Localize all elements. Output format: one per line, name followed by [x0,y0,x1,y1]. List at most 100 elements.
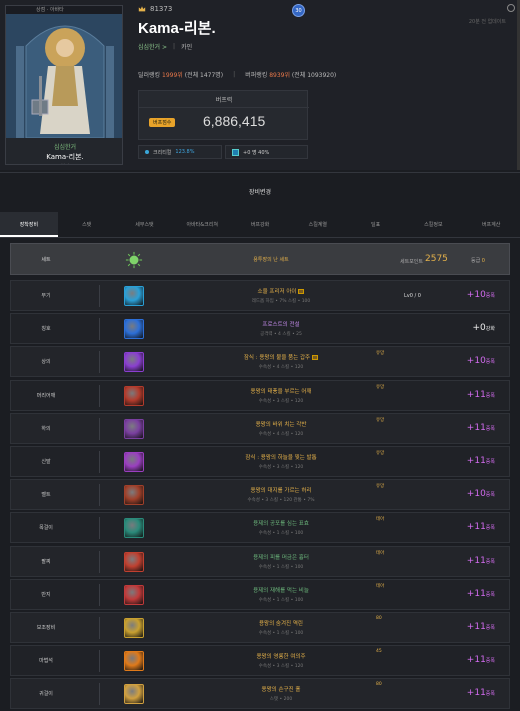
slot-label: 하의 [41,425,51,432]
item-icon[interactable] [124,385,144,406]
item-icon[interactable] [124,684,144,705]
reinforce-type: 증폭 [485,625,495,631]
reinforce-value: +11증폭 [467,423,495,433]
refresh-icon[interactable] [507,4,515,12]
item-icon[interactable] [124,584,144,605]
card-job: 천진 [6,163,122,164]
item-meta: 수속성 • 4 스킬 • 120 [258,365,304,371]
buffer-rank-value: 8939위 [269,72,290,79]
page-title: Kama-리본. [138,20,216,37]
equipment-row[interactable]: 무기 소울 프리저 아이 레드옵 하임 • 7% 스킬 • 100 Lv0 / 0 +1… [10,280,510,311]
equipment-row[interactable]: 마법석 용왕의 영롱한 여의주 수속성 • 3 스킬 • 120 45 +11증폭 [10,645,510,677]
reinforce-value: +11증폭 [467,556,495,566]
reinforce-type: 강화 [485,326,495,333]
item-name: 용왕의 바위 치는 각반 [171,420,391,428]
reinforce-type: 증폭 [485,459,495,465]
buff-power-box: 버프력 버프점수 6,886,415 [138,90,309,140]
buffer-rank: 버퍼랭킹 8939위 (전체 1093920) [245,70,336,79]
row-divider [99,384,100,407]
tab-damage[interactable]: 딜표 [347,212,405,237]
item-meta: 수속성 • 1 스킬 • 100 [258,597,304,603]
equipment-row[interactable]: 신발 잠식 : 용왕의 하늘을 찢는 발톱 수속성 • 3 스킬 • 120 유망 +1… [10,446,510,477]
character-portrait: 상점 · 아바타 [6,6,122,138]
tab-skill-tree[interactable]: 스킬계열 [289,212,347,237]
item-icon[interactable] [124,286,144,306]
item-name: 잠식 : 용왕의 하늘을 찢는 발톱 [171,453,391,461]
item-icon[interactable] [124,452,144,472]
item-name-text: 프로스트의 전설 [262,322,300,329]
tab-stats[interactable]: 스탯 [58,212,116,237]
card-top-bar [6,6,122,14]
rank-row: 딜러랭킹 1999위 (전체 1477명) | 버퍼랭킹 8939위 (전체 1… [138,70,336,79]
tab-avatar-creature[interactable]: 아바타&크리쳐 [173,212,231,237]
item-name: 잠식 : 용왕의 불을 품는 갑주 [171,353,391,361]
chest-icon [312,355,319,361]
tab-buff-calc[interactable]: 버프계산 [462,212,520,237]
equipment-row[interactable]: 귀걸이 용왕의 손구진 횰 스탯 • 200 80 +11증폭 [10,678,510,710]
equipment-row[interactable]: 팔찌 용제의 피를 머금은 흉터 수속성 • 1 스킬 • 100 테아 +11증폭 [10,545,510,577]
guild-link[interactable]: 심심한거 > [138,42,167,51]
slot-label: 상의 [41,359,51,366]
guild-link-label: 심심한거 [138,44,161,51]
item-meta: 수속성 • 3 스킬 • 120 관통 • 7% [247,498,315,504]
crown-icon [138,6,146,12]
equipment-row[interactable]: 머리어깨 용왕의 태풍을 부르는 어깨 수속성 • 3 스킬 • 120 유망 +11증… [10,379,510,411]
item-icon[interactable] [124,651,144,672]
row-divider [99,484,100,507]
reinforce-number: +11 [466,622,486,632]
item-icon[interactable] [124,518,144,539]
reinforce-value: +11증폭 [467,655,495,665]
tab-skill-info[interactable]: 스킬정보 [404,212,462,237]
item-name: 소울 프리저 아이 [171,287,391,295]
row-divider [99,617,100,639]
equipment-row[interactable]: 목걸이 용제의 공포를 심는 표효 수속성 • 1 스킬 • 100 테아 +11증폭 [10,512,510,544]
item-meta: 수속성 • 1 스킬 • 100 [258,531,304,537]
item-meta: 수속성 • 3 스킬 • 120 [258,664,304,670]
set-emblem-icon [125,251,143,269]
item-name-text: 잠식 : 용왕의 하늘을 찢는 발톱 [245,455,317,461]
card-guild: 심심한거 [53,144,77,151]
equipment-row[interactable]: 벨트 용왕의 대지를 가르는 허리 수속성 • 3 스킬 • 120 관통 • 7%… [10,479,510,511]
item-icon[interactable] [124,418,144,439]
item-icon[interactable] [124,618,144,638]
item-icon[interactable] [124,319,144,340]
set-slot-label: 세트 [41,257,51,263]
equipment-row[interactable]: 하의 용왕의 바위 치는 각반 수속성 • 4 스킬 • 120 유망 +11증폭 [10,412,510,444]
reinforce-number: +10 [466,356,486,367]
item-icon[interactable] [124,352,144,373]
adventure-badge[interactable]: 30 [292,4,305,17]
item-name: 용제의 재해를 먹는 비늘 [171,586,391,594]
set-point-label: 세트포인트 [400,259,424,265]
item-icon[interactable] [124,551,144,572]
set-grade: 등급 0 [471,257,485,264]
item-name-text: 용제의 공포를 심는 표효 [253,521,309,528]
item-meta: 수속성 • 1 스킬 • 100 [258,631,304,636]
item-tag: 유망 [376,451,385,456]
damage-rank-total: (전체 1477명) [184,72,224,79]
buff-score-button[interactable]: 버프점수 [149,118,176,127]
equipment-row[interactable]: 보조장비 용왕의 숨겨진 역린 수속성 • 1 스킬 • 100 80 +11증폭 [10,612,510,643]
tab-detail-stats[interactable]: 세부스탯 [116,212,174,237]
tab-buff-enhance[interactable]: 버프강화 [231,212,289,237]
reinforce-number: +11 [466,588,486,599]
tab-equipment[interactable]: 장착장비 [0,212,58,237]
reinforce-number: +11 [466,555,486,566]
equipment-row[interactable]: 칭호 프로스트의 전설 공격력 • 4 스킬 • 25 +0강화 [10,313,510,345]
character-card[interactable]: 상점 · 아바타 심심한거 Kama-리본. 천진 [5,5,123,165]
item-icon[interactable] [124,485,144,506]
item-name: 프로스트의 전설 [171,320,391,328]
row-divider [99,417,100,440]
reinforce-value: +11증폭 [467,688,495,698]
slot-label: 신발 [41,459,51,465]
item-name-text: 용왕의 바위 치는 각반 [255,421,307,428]
item-meta: 스탯 • 200 [269,697,293,703]
crit-dot-icon [145,150,149,154]
element-value: +0 명 40% [243,149,270,156]
set-name: 용투장의 난 세트 [253,257,289,263]
set-row[interactable]: 세트 용투장의 난 세트 세트포인트 2575 등급 0 [10,243,510,275]
equipment-row[interactable]: 상의 잠식 : 용왕의 불을 품는 갑주 수속성 • 4 스킬 • 120 유망 +10… [10,346,510,378]
row-divider [99,517,100,540]
section-title[interactable]: 장비변경 [0,187,520,196]
equipment-row[interactable]: 반지 용제의 재해를 먹는 비늘 수속성 • 1 스킬 • 100 테아 +11증폭 [10,578,510,610]
element-icon [232,148,239,156]
